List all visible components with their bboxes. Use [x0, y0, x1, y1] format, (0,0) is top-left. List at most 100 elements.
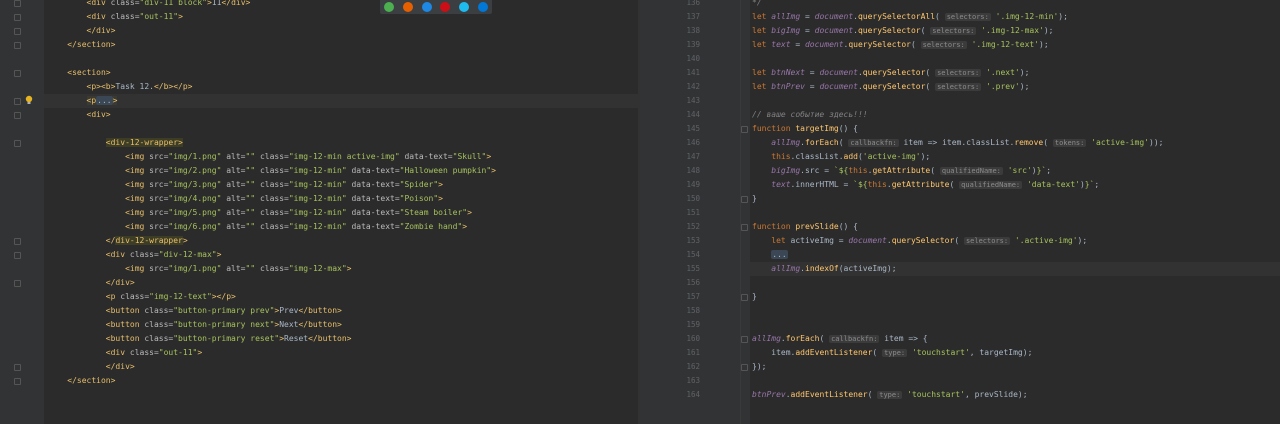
opera-icon[interactable] — [440, 2, 451, 12]
code-line[interactable]: allImg.forEach( callbackfn: item => { — [750, 332, 1280, 346]
fold-marker-icon[interactable] — [14, 140, 21, 147]
code-line[interactable]: <div class="div-11 block">11</div> — [44, 0, 640, 10]
code-line[interactable]: function prevSlide() { — [750, 220, 1280, 234]
code-line[interactable]: btnPrev.addEventListener( type: 'touchst… — [750, 388, 1280, 402]
fold-marker-icon[interactable] — [741, 294, 748, 301]
code-token: class= — [144, 306, 174, 315]
code-line[interactable] — [44, 52, 640, 66]
code-line[interactable]: <p class="img-12-text"></p> — [44, 290, 640, 304]
code-line[interactable]: <img src="img/6.png" alt="" class="img-1… — [44, 220, 640, 234]
code-token: src= — [149, 208, 169, 217]
code-token: callbackfn: — [829, 335, 880, 343]
code-line[interactable] — [750, 52, 1280, 66]
code-line[interactable]: */ — [750, 0, 1280, 10]
code-line[interactable]: <div class="out-11"> — [44, 346, 640, 360]
code-line[interactable]: </section> — [44, 38, 640, 52]
fold-marker-icon[interactable] — [14, 70, 21, 77]
code-line[interactable]: <img src="img/1.png" alt="" class="img-1… — [44, 150, 640, 164]
code-token: "button-primary next" — [173, 320, 275, 329]
html-editor-pane[interactable]: <div class="div-11 block">11</div> <div … — [0, 0, 640, 424]
code-line[interactable] — [750, 304, 1280, 318]
fold-marker-icon[interactable] — [741, 196, 748, 203]
code-line[interactable]: let btnNext = document.querySelector( se… — [750, 66, 1280, 80]
code-line[interactable] — [750, 318, 1280, 332]
fold-marker-icon[interactable] — [14, 42, 21, 49]
js-editor-pane[interactable]: */ let allImg = document.querySelectorAll… — [640, 0, 1280, 424]
left-gutter[interactable] — [0, 0, 44, 424]
code-line[interactable]: </div> — [44, 24, 640, 38]
code-line[interactable]: this.classList.add('active-img'); — [750, 150, 1280, 164]
lightbulb-icon[interactable] — [24, 95, 34, 105]
code-line[interactable]: <img src="img/5.png" alt="" class="img-1… — [44, 206, 640, 220]
code-line[interactable]: </section> — [44, 374, 640, 388]
code-line[interactable]: }); — [750, 360, 1280, 374]
code-line[interactable]: allImg.indexOf(activeImg); — [750, 262, 1280, 276]
code-line[interactable]: </div> — [44, 360, 640, 374]
line-number: 159 — [686, 320, 700, 329]
fold-marker-icon[interactable] — [14, 280, 21, 287]
fold-marker-icon[interactable] — [741, 126, 748, 133]
code-line[interactable]: allImg.forEach( callbackfn: item => item… — [750, 136, 1280, 150]
js-code-area[interactable]: */ let allImg = document.querySelectorAll… — [750, 0, 1280, 424]
fold-marker-icon[interactable] — [14, 112, 21, 119]
code-line[interactable]: <img src="img/4.png" alt="" class="img-1… — [44, 192, 640, 206]
code-line[interactable]: let allImg = document.querySelectorAll( … — [750, 10, 1280, 24]
code-line[interactable] — [750, 276, 1280, 290]
code-line[interactable]: <div-12-wrapper> — [44, 136, 640, 150]
code-line[interactable]: let activeImg = document.querySelector( … — [750, 234, 1280, 248]
code-token: <img — [125, 166, 150, 175]
ie-icon[interactable] — [458, 2, 469, 12]
code-line[interactable]: let text = document.querySelector( selec… — [750, 38, 1280, 52]
code-line[interactable] — [44, 122, 640, 136]
code-line[interactable]: <div class="div-12-max"> — [44, 248, 640, 262]
code-line[interactable]: let btnPrev = document.querySelector( se… — [750, 80, 1280, 94]
code-line[interactable]: ... — [750, 248, 1280, 262]
code-line[interactable]: <p><b>Task 12.</b></p> — [44, 80, 640, 94]
chrome-icon[interactable] — [384, 2, 395, 12]
code-token: "div-11 block" — [139, 0, 207, 7]
code-line[interactable]: <img src="img/2.png" alt="" class="img-1… — [44, 164, 640, 178]
code-token: "Halloween pumpkin" — [399, 166, 492, 175]
fold-marker-icon[interactable] — [14, 252, 21, 259]
fold-marker-icon[interactable] — [741, 336, 748, 343]
fold-marker-icon[interactable] — [14, 14, 21, 21]
code-line[interactable]: bigImg.src = `${this.getAttribute( quali… — [750, 164, 1280, 178]
code-line[interactable]: <section> — [44, 66, 640, 80]
fold-marker-icon[interactable] — [14, 0, 21, 7]
code-line[interactable]: } — [750, 290, 1280, 304]
code-line[interactable]: item.addEventListener( type: 'touchstart… — [750, 346, 1280, 360]
code-line[interactable]: <button class="button-primary next">Next… — [44, 318, 640, 332]
fold-marker-icon[interactable] — [14, 378, 21, 385]
code-line[interactable]: text.innerHTML = `${this.getAttribute( q… — [750, 178, 1280, 192]
safari-icon[interactable] — [421, 2, 432, 12]
code-line[interactable]: <div class="out-11"> — [44, 10, 640, 24]
code-line[interactable]: <img src="img/3.png" alt="" class="img-1… — [44, 178, 640, 192]
fold-marker-icon[interactable] — [14, 364, 21, 371]
fold-marker-icon[interactable] — [14, 238, 21, 245]
fold-marker-icon[interactable] — [14, 98, 21, 105]
fold-marker-icon[interactable] — [14, 28, 21, 35]
code-line[interactable]: <button class="button-primary prev">Prev… — [44, 304, 640, 318]
code-line[interactable] — [750, 206, 1280, 220]
code-line[interactable]: <button class="button-primary reset">Res… — [44, 332, 640, 346]
html-code-area[interactable]: <div class="div-11 block">11</div> <div … — [44, 0, 640, 424]
code-line[interactable] — [750, 374, 1280, 388]
code-line[interactable]: // ваше событие здесь!!! — [750, 108, 1280, 122]
edge-icon[interactable] — [477, 2, 488, 12]
code-line[interactable]: let bigImg = document.querySelector( sel… — [750, 24, 1280, 38]
line-number: 155 — [686, 264, 700, 273]
code-line[interactable]: <img src="img/1.png" alt="" class="img-1… — [44, 262, 640, 276]
code-line[interactable]: } — [750, 192, 1280, 206]
code-line[interactable]: function targetImg() { — [750, 122, 1280, 136]
firefox-icon[interactable] — [402, 2, 413, 12]
code-token: "img/5.png" — [168, 208, 222, 217]
code-line[interactable]: </div> — [44, 276, 640, 290]
fold-marker-icon[interactable] — [741, 224, 748, 231]
fold-marker-icon[interactable] — [741, 364, 748, 371]
code-line[interactable]: <p...> — [44, 94, 640, 108]
code-line[interactable]: <div> — [44, 108, 640, 122]
code-token: ); — [1043, 26, 1054, 35]
code-token: 'src' — [1002, 166, 1032, 175]
code-line[interactable]: </div-12-wrapper> — [44, 234, 640, 248]
code-line[interactable] — [750, 94, 1280, 108]
